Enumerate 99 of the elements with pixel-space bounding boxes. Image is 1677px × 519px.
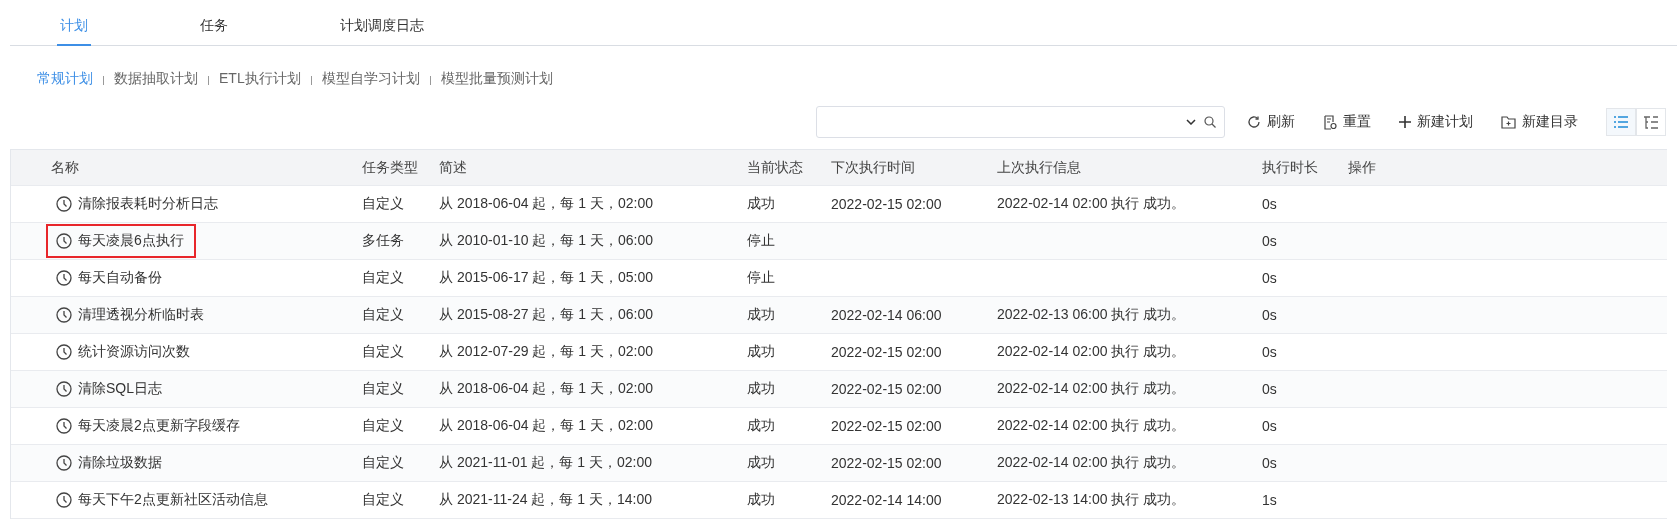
table-cell: 成功: [747, 380, 775, 398]
column-header: 执行时长: [1262, 158, 1318, 177]
table-cell: 1s: [1262, 492, 1277, 508]
table-cell: 2022-02-15 02:00: [831, 418, 942, 434]
column-header: 简述: [439, 158, 467, 177]
table-cell: 从 2010-01-10 起，每 1 天，06:00: [439, 232, 653, 250]
clock-icon: [56, 418, 72, 434]
tree-icon: [1644, 115, 1658, 129]
table-cell: 0s: [1262, 307, 1277, 323]
clock-icon: [56, 233, 72, 249]
table-cell: 0s: [1262, 381, 1277, 397]
tab[interactable]: 计划: [57, 17, 91, 46]
plan-name[interactable]: 统计资源访问次数: [78, 343, 190, 361]
plan-name[interactable]: 清除SQL日志: [78, 380, 162, 398]
list-icon: [1614, 116, 1628, 128]
plan-name[interactable]: 每天凌晨6点执行: [78, 232, 184, 250]
table-cell: 从 2018-06-04 起，每 1 天，02:00: [439, 417, 653, 435]
plus-icon: [1399, 116, 1411, 128]
table-cell: 0s: [1262, 455, 1277, 471]
toolbar-button[interactable]: 新建目录: [1501, 113, 1578, 131]
table-cell: 2022-02-14 02:00 执行 成功。: [997, 454, 1186, 472]
refresh-icon: [1247, 115, 1261, 129]
table-cell: 2022-02-15 02:00: [831, 455, 942, 471]
toolbar-button[interactable]: 新建计划: [1399, 113, 1473, 131]
category-link[interactable]: 模型自学习计划: [321, 70, 420, 88]
table-cell: 从 2018-06-04 起，每 1 天，02:00: [439, 195, 653, 213]
search-icon: [1204, 116, 1216, 128]
clock-icon: [56, 307, 72, 323]
plan-name[interactable]: 清除垃圾数据: [78, 454, 162, 472]
table-cell: 0s: [1262, 270, 1277, 286]
plan-name[interactable]: 清除报表耗时分析日志: [78, 195, 218, 213]
table-cell: 停止: [747, 269, 775, 287]
table-cell: 自定义: [362, 269, 404, 287]
table-cell: 从 2015-08-27 起，每 1 天，06:00: [439, 306, 653, 324]
folder-plus-icon: [1501, 115, 1516, 129]
table-cell: 2022-02-14 06:00: [831, 307, 942, 323]
column-header: 操作: [1348, 158, 1376, 177]
table-cell: 2022-02-13 06:00 执行 成功。: [997, 306, 1186, 324]
table-cell: 自定义: [362, 380, 404, 398]
table-cell: 2022-02-14 14:00: [831, 492, 942, 508]
table-cell: 0s: [1262, 344, 1277, 360]
category-link[interactable]: 模型批量预测计划: [440, 70, 553, 88]
table-cell: 从 2021-11-24 起，每 1 天，14:00: [439, 491, 652, 509]
category-link[interactable]: 常规计划: [37, 70, 93, 88]
column-header: 任务类型: [362, 158, 418, 177]
clock-icon: [56, 492, 72, 508]
clock-icon: [56, 381, 72, 397]
table-cell: 2022-02-14 02:00 执行 成功。: [997, 195, 1186, 213]
tab[interactable]: 计划调度日志: [337, 17, 427, 46]
table-cell: 停止: [747, 232, 775, 250]
table-cell: 多任务: [362, 232, 404, 250]
table-cell: 成功: [747, 454, 775, 472]
table-cell: 2022-02-13 14:00 执行 成功。: [997, 491, 1186, 509]
table-cell: 成功: [747, 306, 775, 324]
table-cell: 2022-02-15 02:00: [831, 196, 942, 212]
table-cell: 2022-02-14 02:00 执行 成功。: [997, 380, 1186, 398]
plan-name[interactable]: 每天下午2点更新社区活动信息: [78, 491, 268, 509]
table-cell: 从 2012-07-29 起，每 1 天，02:00: [439, 343, 653, 361]
toolbar-button[interactable]: 重置: [1323, 113, 1371, 131]
table-cell: 自定义: [362, 417, 404, 435]
clock-icon: [56, 196, 72, 212]
column-header: 下次执行时间: [831, 158, 915, 177]
chevron-down-icon: [1186, 119, 1196, 125]
table-cell: 从 2018-06-04 起，每 1 天，02:00: [439, 380, 653, 398]
category-link[interactable]: ETL执行计划: [219, 70, 301, 88]
plan-name[interactable]: 每天自动备份: [78, 269, 162, 287]
clock-icon: [56, 455, 72, 471]
table-cell: 自定义: [362, 343, 404, 361]
table-cell: 2022-02-14 02:00 执行 成功。: [997, 417, 1186, 435]
document-icon: [1323, 114, 1337, 130]
table-cell: 从 2021-11-01 起，每 1 天，02:00: [439, 454, 652, 472]
view-toggle[interactable]: [1606, 108, 1636, 136]
table-cell: 自定义: [362, 454, 404, 472]
column-header: 上次执行信息: [997, 158, 1081, 177]
table-cell: 成功: [747, 343, 775, 361]
plan-name[interactable]: 每天凌晨2点更新字段缓存: [78, 417, 240, 435]
table-cell: 成功: [747, 491, 775, 509]
tab[interactable]: 任务: [197, 17, 231, 46]
table-cell: 0s: [1262, 418, 1277, 434]
table-cell: 自定义: [362, 195, 404, 213]
table-cell: 2022-02-14 02:00 执行 成功。: [997, 343, 1186, 361]
column-header: 名称: [51, 158, 79, 177]
search-field[interactable]: [816, 106, 1225, 138]
column-header: 当前状态: [747, 158, 803, 177]
table-cell: 成功: [747, 417, 775, 435]
toolbar-button[interactable]: 刷新: [1247, 113, 1295, 131]
table-cell: 成功: [747, 195, 775, 213]
table-cell: 2022-02-15 02:00: [831, 381, 942, 397]
table-cell: 自定义: [362, 491, 404, 509]
clock-icon: [56, 344, 72, 360]
table-cell: 0s: [1262, 196, 1277, 212]
category-link[interactable]: 数据抽取计划: [114, 70, 198, 88]
plan-name[interactable]: 清理透视分析临时表: [78, 306, 204, 324]
view-toggle[interactable]: [1636, 108, 1666, 136]
table-cell: 从 2015-06-17 起，每 1 天，05:00: [439, 269, 653, 287]
table-cell: 0s: [1262, 233, 1277, 249]
table-cell: 2022-02-15 02:00: [831, 344, 942, 360]
table-cell: 自定义: [362, 306, 404, 324]
clock-icon: [56, 270, 72, 286]
